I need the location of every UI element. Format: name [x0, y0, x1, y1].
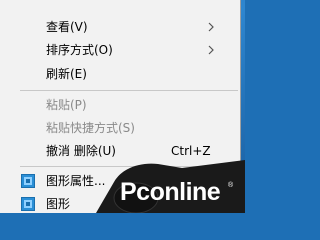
menu-item-label: 撤消 删除(U) [46, 144, 116, 158]
menu-item-paste: 粘贴(P) [0, 93, 240, 117]
graphics-options-icon [21, 197, 35, 211]
menu-item-label: 粘贴(P) [46, 98, 87, 112]
submenu-arrow-icon [208, 22, 214, 32]
submenu-arrow-icon [208, 45, 214, 55]
menu-item-label: 刷新(E) [46, 67, 87, 81]
menu-item-graphics-options[interactable]: 图形 [0, 192, 240, 216]
menu-item-label: 粘贴快捷方式(S) [46, 121, 135, 135]
menu-item-label: 图形属性... [46, 174, 106, 188]
desktop-context-menu: 查看(V) 排序方式(O) 刷新(E) 粘贴(P) 粘贴快捷方式(S) 撤消 删… [0, 0, 241, 213]
menu-item-view[interactable]: 查看(V) [0, 15, 240, 39]
menu-item-label: 查看(V) [46, 20, 88, 34]
menu-item-paste-shortcut: 粘贴快捷方式(S) [0, 116, 240, 140]
menu-separator [20, 90, 238, 91]
menu-item-undo-delete[interactable]: 撤消 删除(U) Ctrl+Z [0, 139, 240, 163]
menu-item-graphics-properties[interactable]: 图形属性... [0, 169, 240, 193]
menu-item-sort-by[interactable]: 排序方式(O) [0, 38, 240, 62]
menu-separator [20, 166, 238, 167]
menu-item-label: 图形 [46, 197, 71, 211]
menu-item-label: 排序方式(O) [46, 43, 113, 57]
menu-item-shortcut: Ctrl+Z [171, 144, 211, 158]
graphics-properties-icon [21, 174, 35, 188]
menu-item-refresh[interactable]: 刷新(E) [0, 62, 240, 86]
